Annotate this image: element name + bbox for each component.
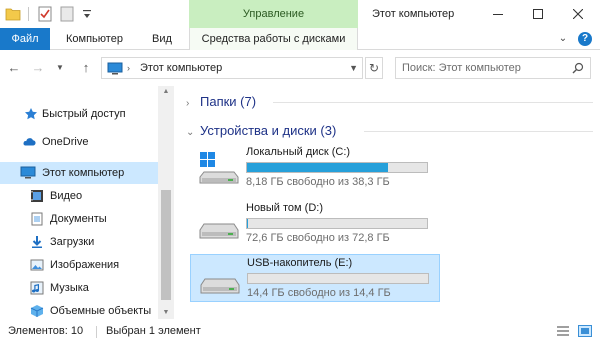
address-bar[interactable]: › Этот компьютер ▼: [101, 57, 363, 79]
help-icon[interactable]: ?: [578, 32, 592, 46]
sidebar-item-pictures[interactable]: Изображения: [0, 254, 158, 276]
scrollbar-thumb[interactable]: [161, 190, 171, 300]
item-count: Элементов: 10: [8, 325, 84, 337]
drive-name: Новый том (D:): [246, 202, 323, 214]
documents-icon: [31, 212, 43, 226]
tab-computer[interactable]: Компьютер: [66, 28, 123, 50]
quick-access-separator: [28, 7, 29, 21]
content-pane: › Папки (7) ⌄ Устройства и диски (3) Локал…: [178, 86, 600, 319]
maximize-button[interactable]: [518, 0, 558, 28]
sidebar-item-label: Быстрый доступ: [42, 108, 126, 120]
tab-view[interactable]: Вид: [152, 28, 172, 50]
tab-drive-tools[interactable]: Средства работы с дисками: [189, 28, 358, 50]
folders-group-title: Папки (7): [200, 94, 257, 109]
address-path[interactable]: Этот компьютер: [140, 58, 222, 78]
search-icon[interactable]: [572, 62, 584, 74]
navigation-pane: Быстрый доступ OneDrive Этот компьютер В…: [0, 86, 174, 319]
sidebar-item-label: OneDrive: [42, 136, 89, 148]
drive-usage-bar: [246, 162, 428, 173]
sidebar-item-documents[interactable]: Документы: [0, 208, 158, 230]
sidebar-item-quick-access[interactable]: Быстрый доступ: [0, 103, 158, 125]
scroll-up-arrow-icon[interactable]: ▲: [158, 86, 174, 98]
drive-free-space: 8,18 ГБ свободно из 38,3 ГБ: [246, 176, 390, 188]
new-folder-icon[interactable]: [58, 5, 76, 23]
details-view-icon[interactable]: [556, 325, 570, 337]
navigation-bar: ← → ▼ ↑ › Этот компьютер ▼ ↻ Поиск: Этот…: [0, 50, 600, 86]
drive-free-space: 14,4 ГБ свободно из 14,4 ГБ: [247, 287, 391, 299]
sidebar-scrollbar[interactable]: ▲ ▼: [158, 86, 174, 319]
computer-icon: [20, 166, 36, 179]
drive-free-space: 72,6 ГБ свободно из 72,8 ГБ: [246, 232, 390, 244]
sidebar-item-label: Изображения: [50, 259, 120, 271]
status-bar: Элементов: 10 Выбран 1 элемент: [0, 319, 600, 343]
address-dropdown-icon[interactable]: ▼: [349, 58, 358, 78]
properties-icon[interactable]: [36, 5, 54, 23]
usb-drive-icon: [200, 278, 240, 294]
sidebar-item-label: Документы: [50, 213, 107, 225]
search-box[interactable]: Поиск: Этот компьютер: [395, 57, 591, 79]
status-separator: [96, 326, 97, 338]
chevron-down-icon[interactable]: ⌄: [186, 123, 200, 143]
sidebar-item-label: Этот компьютер: [42, 167, 125, 179]
drive-usage-bar: [247, 273, 429, 284]
forward-arrow-icon[interactable]: →: [30, 59, 46, 77]
sidebar-item-video[interactable]: Видео: [0, 185, 158, 207]
window-title: Этот компьютер: [372, 8, 455, 20]
refresh-button[interactable]: ↻: [365, 57, 383, 79]
hard-drive-icon: [199, 223, 239, 239]
drive-name: Локальный диск (C:): [246, 146, 351, 158]
folders-group-header[interactable]: › Папки (7): [186, 92, 256, 112]
customize-toolbar-icon[interactable]: [78, 5, 96, 23]
scroll-down-arrow-icon[interactable]: ▼: [158, 307, 174, 319]
download-icon: [32, 236, 42, 248]
devices-group-title: Устройства и диски (3): [200, 123, 337, 138]
sidebar-item-onedrive[interactable]: OneDrive: [0, 131, 158, 153]
drive-name: USB-накопитель (E:): [247, 257, 353, 269]
chevron-right-icon[interactable]: ›: [186, 94, 200, 114]
selection-count: Выбран 1 элемент: [106, 325, 201, 337]
chevron-down-icon[interactable]: ⌄: [556, 32, 570, 46]
breadcrumb-separator-icon[interactable]: ›: [127, 58, 130, 78]
drive-c[interactable]: Локальный диск (C:) 8,18 ГБ свободно из …: [190, 144, 440, 192]
drive-usage-fill: [247, 219, 248, 228]
pictures-icon: [30, 259, 44, 271]
up-arrow-icon[interactable]: ↑: [78, 59, 94, 77]
title-bar: Управление Этот компьютер: [0, 0, 600, 28]
drive-d[interactable]: Новый том (D:) 72,6 ГБ свободно из 72,8 …: [190, 200, 440, 248]
sidebar-item-label: Видео: [50, 190, 83, 202]
large-icons-view-icon[interactable]: [578, 325, 592, 337]
sidebar-item-this-pc[interactable]: Этот компьютер: [0, 162, 158, 184]
music-icon: [30, 281, 44, 295]
group-divider: [273, 102, 593, 103]
computer-icon: [107, 62, 123, 75]
video-icon: [31, 190, 43, 202]
sidebar-item-label: Загрузки: [50, 236, 95, 248]
close-button[interactable]: [558, 0, 598, 28]
drive-e[interactable]: USB-накопитель (E:) 14,4 ГБ свободно из …: [190, 254, 440, 302]
recent-locations-chevron-icon[interactable]: ▼: [52, 59, 68, 77]
ribbon-tabs: Файл Компьютер Вид Средства работы с дис…: [0, 28, 600, 50]
minimize-button[interactable]: [478, 0, 518, 28]
tab-file[interactable]: Файл: [0, 28, 50, 50]
explorer-folder-icon[interactable]: [4, 5, 22, 23]
sidebar-item-label: Музыка: [50, 282, 89, 294]
3d-objects-icon: [30, 305, 44, 317]
drive-usage-bar: [246, 218, 428, 229]
system-drive-icon: [199, 152, 239, 184]
devices-group-header[interactable]: ⌄ Устройства и диски (3): [186, 121, 336, 141]
star-icon: [25, 108, 37, 120]
manage-contextual-tab[interactable]: Управление: [189, 0, 358, 28]
search-input[interactable]: Поиск: Этот компьютер: [402, 58, 521, 78]
group-divider: [364, 131, 593, 132]
drive-usage-fill: [247, 163, 389, 172]
back-arrow-icon[interactable]: ←: [6, 59, 22, 77]
sidebar-item-downloads[interactable]: Загрузки: [0, 231, 158, 253]
sidebar-item-music[interactable]: Музыка: [0, 277, 158, 299]
cloud-icon: [23, 138, 36, 146]
